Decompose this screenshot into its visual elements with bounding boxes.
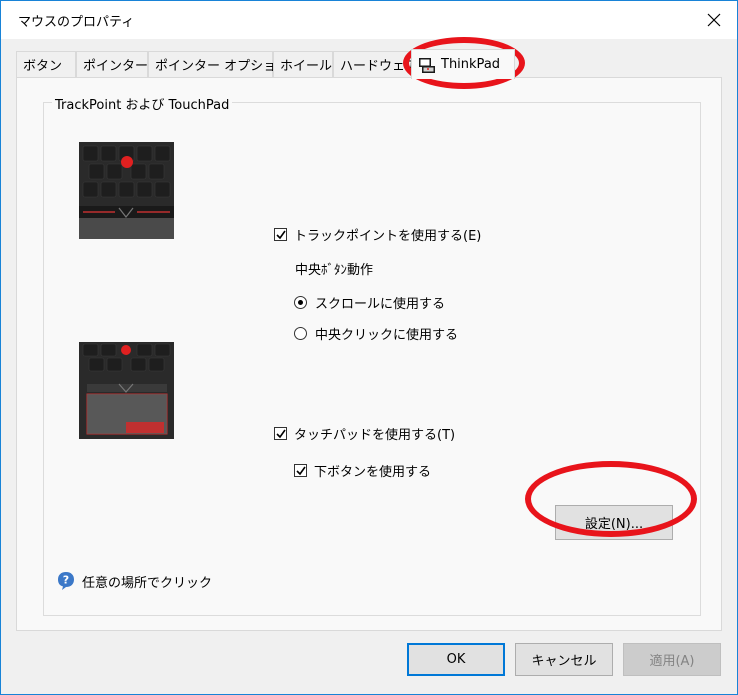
title-bar: マウスのプロパティ: [1, 1, 737, 39]
tab-label: ポインター: [83, 59, 149, 74]
trackpoint-enable-checkbox[interactable]: トラックポイントを使用する(E): [274, 225, 481, 244]
touchpad-image: [79, 342, 174, 439]
checkbox-label: 下ボタンを使用する: [314, 465, 432, 480]
checkmark-icon: [275, 230, 286, 239]
tab-wheel[interactable]: ホイール: [273, 51, 333, 77]
tab-pointer-options[interactable]: ポインター オプション: [148, 51, 289, 77]
lower-buttons-checkbox[interactable]: 下ボタンを使用する: [294, 461, 431, 480]
checkbox-label: タッチパッドを使用する(T): [294, 428, 456, 443]
scroll-radio[interactable]: スクロールに使用する: [294, 293, 445, 312]
radio-circle[interactable]: [294, 296, 307, 309]
tab-pointer[interactable]: ポインター: [76, 51, 148, 77]
cancel-button[interactable]: キャンセル: [515, 643, 613, 676]
tab-hardware[interactable]: ハードウェア: [333, 51, 418, 77]
radio-dot: [298, 300, 303, 305]
annotation-ellipse: [525, 461, 697, 537]
radio-circle[interactable]: [294, 327, 307, 340]
close-icon: [707, 13, 721, 27]
group-label: TrackPoint および TouchPad: [52, 94, 233, 113]
checkbox-label: トラックポイントを使用する(E): [294, 229, 482, 244]
help-hint[interactable]: ? 任意の場所でクリック: [56, 571, 212, 591]
touchpad-enable-checkbox[interactable]: タッチパッドを使用する(T): [274, 424, 455, 443]
checkmark-icon: [295, 466, 306, 475]
tab-buttons[interactable]: ボタン: [16, 51, 76, 77]
svg-text:?: ?: [63, 574, 69, 587]
window-title: マウスのプロパティ: [18, 15, 135, 30]
help-text: 任意の場所でクリック: [82, 575, 213, 591]
trackpoint-image: [79, 142, 174, 239]
question-icon: ?: [58, 572, 74, 590]
thinkpad-icon: [419, 57, 435, 73]
checkmark-icon: [275, 429, 286, 438]
tab-thinkpad[interactable]: ThinkPad: [411, 49, 515, 79]
radio-label: スクロールに使用する: [315, 297, 446, 312]
checkbox-box[interactable]: [274, 228, 287, 241]
checkbox-box[interactable]: [274, 427, 287, 440]
thinkpad-tab-panel: TrackPoint および TouchPad トラックポイントを使用する(E)…: [16, 77, 722, 631]
tab-label: ThinkPad: [441, 57, 501, 72]
tab-label: ボタン: [23, 59, 63, 74]
close-button[interactable]: [691, 1, 737, 39]
tab-label: ホイール: [280, 59, 333, 74]
radio-label: 中央クリックに使用する: [315, 328, 459, 343]
ok-button[interactable]: OK: [407, 643, 505, 676]
mouse-properties-window: マウスのプロパティ ボタン ポインター ポインター オプション ホイール ハード…: [0, 0, 738, 695]
checkbox-box[interactable]: [294, 464, 307, 477]
trackpoint-touchpad-group: TrackPoint および TouchPad トラックポイントを使用する(E)…: [43, 94, 701, 616]
middle-click-radio[interactable]: 中央クリックに使用する: [294, 324, 458, 343]
tab-label: ポインター オプション: [155, 59, 290, 74]
middle-button-label: 中央ﾎﾞﾀﾝ動作: [295, 263, 374, 278]
apply-button[interactable]: 適用(A): [623, 643, 721, 676]
